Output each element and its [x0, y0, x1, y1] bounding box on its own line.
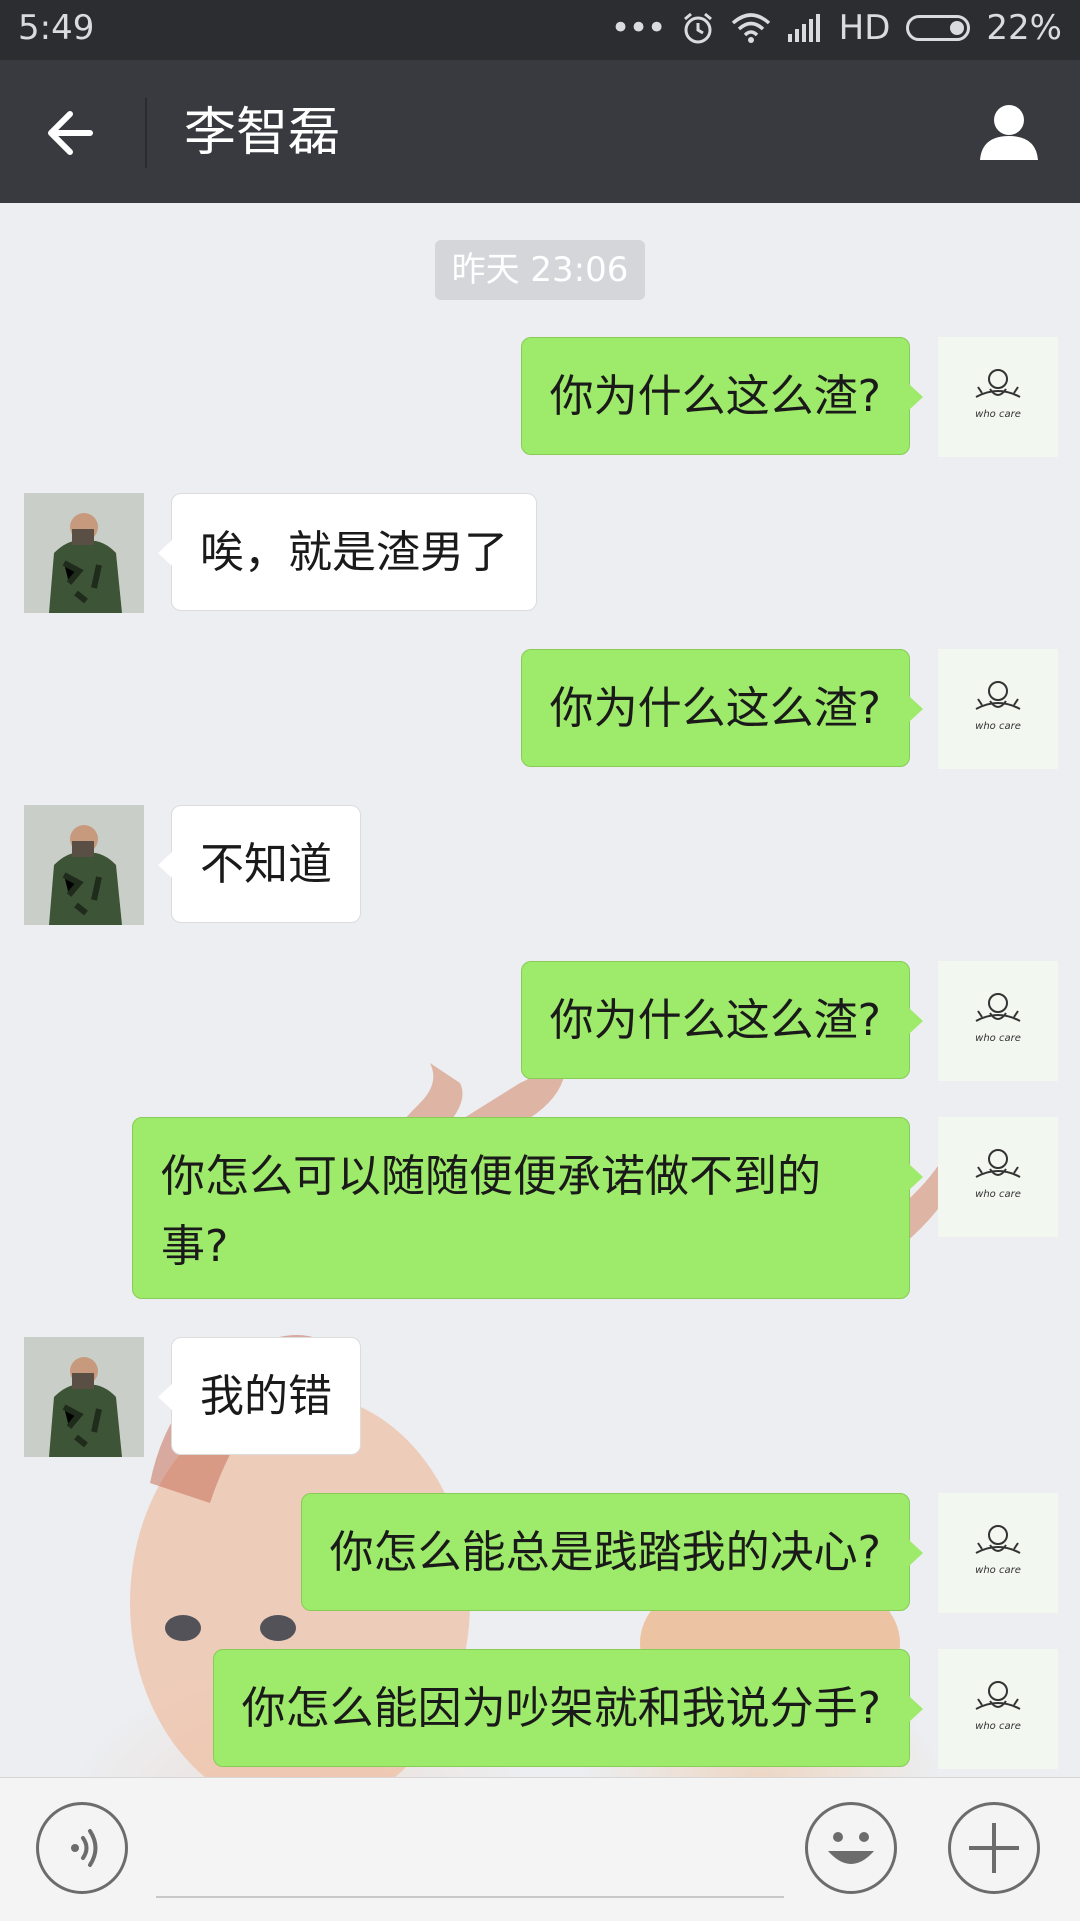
message-bubble-received[interactable]: 我的错 — [158, 1337, 361, 1455]
message-input-bar — [0, 1777, 1080, 1921]
message-bubble-sent[interactable]: 你怎么能总是践踏我的决心? — [300, 1493, 924, 1611]
who-care-avatar-icon: who care — [938, 1493, 1058, 1613]
message-bubble-sent[interactable]: 你为什么这么渣? — [520, 649, 924, 767]
chat-header: 李智磊 — [0, 60, 1080, 203]
contact-avatar[interactable] — [24, 493, 144, 613]
my-avatar[interactable]: who care — [938, 649, 1058, 769]
message-timestamp: 昨天 23:06 — [435, 240, 645, 300]
my-avatar[interactable]: who care — [938, 1493, 1058, 1613]
message-bubble-sent[interactable]: 你为什么这么渣? — [520, 961, 924, 1079]
contact-photo-icon — [24, 1337, 144, 1457]
who-care-avatar-icon: who care — [938, 1117, 1058, 1237]
status-time: 5:49 — [18, 8, 95, 48]
person-icon — [980, 105, 1038, 160]
more-options-button[interactable] — [948, 1802, 1040, 1894]
message-bubble-sent[interactable]: 你怎么能因为吵架就和我说分手? — [212, 1649, 924, 1767]
voice-icon — [71, 1829, 98, 1867]
avatar-caption: who care — [975, 1189, 1021, 1200]
arrow-left-icon — [48, 111, 93, 155]
header-divider — [145, 98, 147, 168]
battery-icon — [906, 15, 971, 41]
my-avatar[interactable]: who care — [938, 1649, 1058, 1769]
avatar-caption: who care — [975, 721, 1021, 732]
contact-photo-icon — [24, 493, 144, 613]
message-text-input[interactable] — [156, 1802, 784, 1898]
message-bubble-received[interactable]: 唉，就是渣男了 — [158, 493, 537, 611]
contact-avatar[interactable] — [24, 805, 144, 925]
more-dots-icon: ••• — [610, 8, 667, 48]
alarm-icon — [683, 12, 712, 44]
avatar-caption: who care — [975, 1033, 1021, 1044]
emoji-icon — [828, 1832, 874, 1864]
who-care-avatar-icon: who care — [938, 649, 1058, 769]
who-care-avatar-icon: who care — [938, 1649, 1058, 1769]
who-care-avatar-icon: who care — [938, 961, 1058, 1081]
message-bubble-sent[interactable]: 你怎么可以随随便便承诺做不到的事? — [132, 1117, 923, 1299]
status-bar: 5:49 ••• HD 22% — [0, 0, 1080, 60]
avatar-caption: who care — [975, 1565, 1021, 1576]
battery-percent: 22% — [986, 8, 1062, 48]
plus-icon — [969, 1823, 1019, 1873]
message-bubble-received[interactable]: 不知道 — [158, 805, 361, 923]
who-care-avatar-icon: who care — [938, 337, 1058, 457]
my-avatar[interactable]: who care — [938, 337, 1058, 457]
contact-avatar[interactable] — [24, 1337, 144, 1457]
my-avatar[interactable]: who care — [938, 1117, 1058, 1237]
wifi-icon — [731, 13, 770, 43]
profile-button[interactable] — [974, 98, 1044, 168]
my-avatar[interactable]: who care — [938, 961, 1058, 1081]
contact-photo-icon — [24, 805, 144, 925]
chat-title: 李智磊 — [184, 103, 341, 163]
status-icons: ••• HD 22% — [611, 8, 1063, 48]
message-bubble-sent[interactable]: 你为什么这么渣? — [520, 337, 924, 455]
network-label: HD — [838, 8, 891, 48]
voice-button[interactable] — [36, 1802, 128, 1894]
signal-icon — [787, 14, 820, 42]
avatar-caption: who care — [975, 409, 1021, 420]
back-button[interactable] — [38, 98, 108, 168]
chat-area[interactable]: 昨天 23:06 你为什么这么渣? who care 唉，就是渣男了 你为什么这… — [0, 203, 1080, 1777]
emoji-button[interactable] — [805, 1802, 897, 1894]
avatar-caption: who care — [975, 1721, 1021, 1732]
